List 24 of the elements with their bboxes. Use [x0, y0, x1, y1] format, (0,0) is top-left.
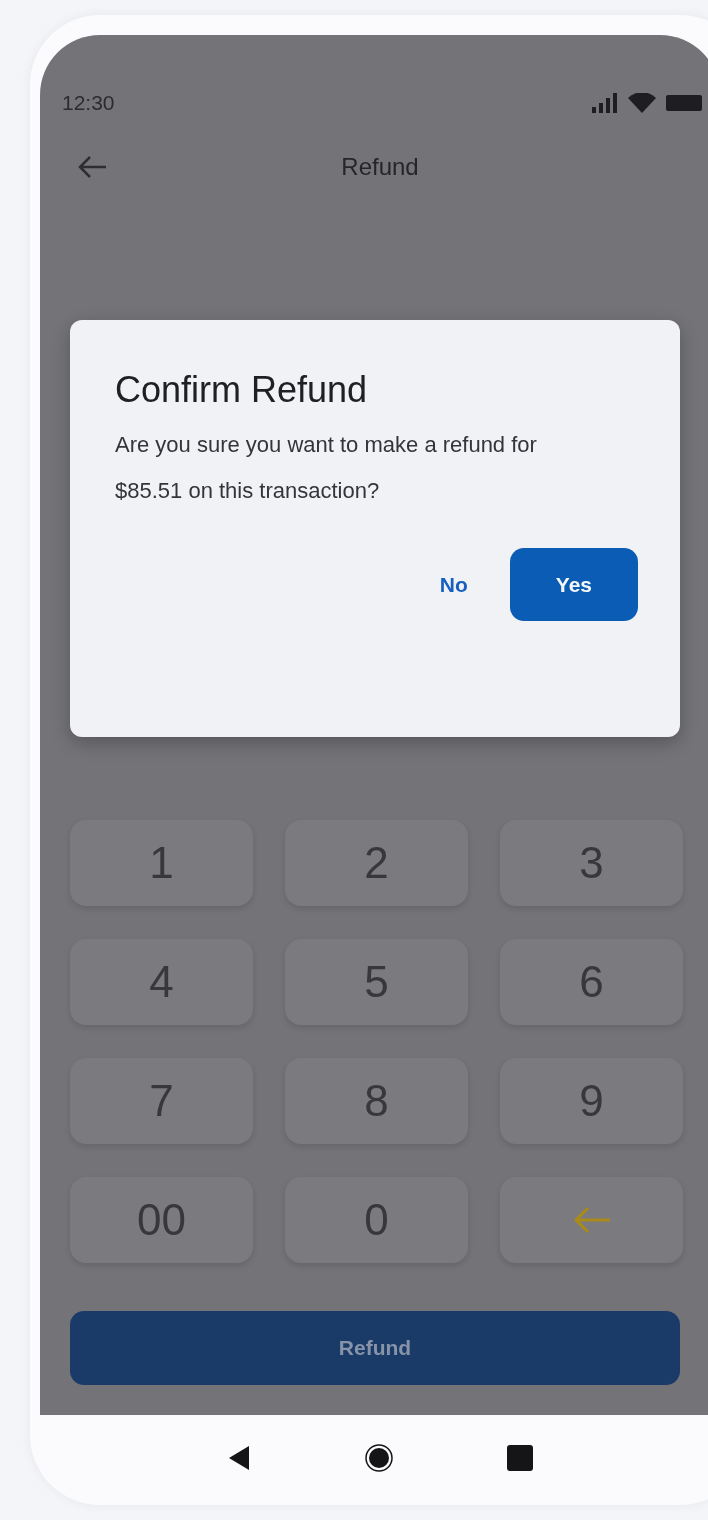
refund-button[interactable]: Refund	[70, 1311, 680, 1385]
dialog-message: Are you sure you want to make a refund for $85.51 on this transaction?	[115, 431, 538, 505]
status-time: 12:30	[62, 91, 115, 115]
keypad-key[interactable]: 1	[70, 820, 253, 906]
keypad-key[interactable]: 0	[285, 1177, 468, 1263]
cancel-button[interactable]: No	[425, 548, 482, 621]
keypad-key[interactable]: 6	[500, 939, 683, 1025]
arrow-left-icon	[571, 1205, 612, 1235]
confirm-button[interactable]: Yes	[509, 548, 638, 621]
battery-icon	[666, 95, 702, 111]
wifi-icon	[628, 93, 656, 113]
screen-title: Refund	[341, 153, 419, 181]
keypad-key[interactable]: 5	[285, 939, 468, 1025]
keypad-key[interactable]: 2	[285, 820, 468, 906]
keypad-key[interactable]: 7	[70, 1058, 253, 1144]
keypad-key[interactable]: 3	[500, 820, 683, 906]
signal-icon	[592, 93, 618, 113]
keypad-key[interactable]: 9	[500, 1058, 683, 1144]
home-nav-button[interactable]	[364, 1442, 394, 1473]
recents-nav-button[interactable]	[507, 1444, 534, 1471]
keypad-key[interactable]: 4	[70, 939, 253, 1025]
keypad-key[interactable]: 8	[285, 1058, 468, 1144]
keypad-key[interactable]: 00	[70, 1177, 253, 1263]
dialog-title: Confirm Refund	[115, 368, 369, 412]
